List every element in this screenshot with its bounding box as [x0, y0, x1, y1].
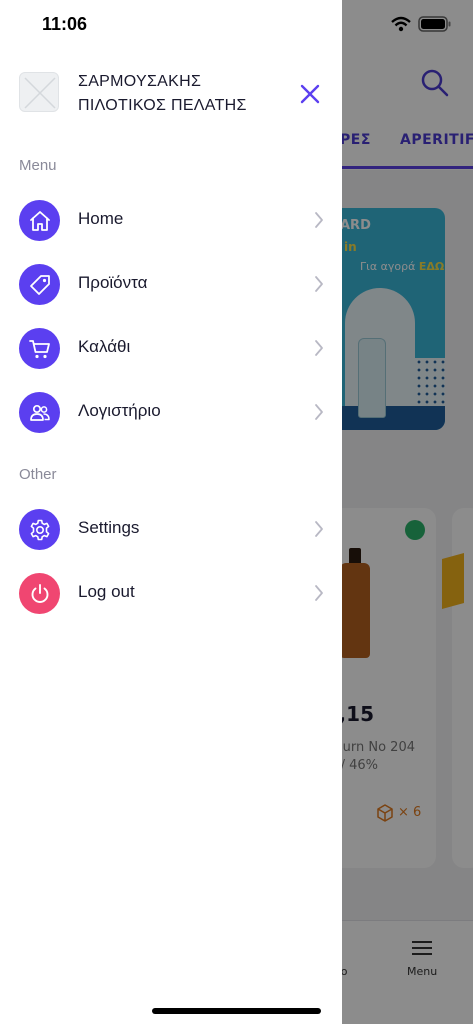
- menu-item-label: Προϊόντα: [78, 273, 148, 292]
- menu-item-icon-circle: [19, 200, 60, 241]
- tag-icon: [29, 274, 50, 295]
- chevron-right-icon: [315, 340, 323, 356]
- menu-item-logout[interactable]: Log out: [0, 565, 342, 621]
- status-time: 11:06: [42, 14, 88, 34]
- menu-item-label: Λογιστήριο: [78, 401, 161, 420]
- chevron-right-icon: [315, 276, 323, 292]
- chevron-right-icon: [315, 404, 323, 420]
- chevron-right-icon: [315, 585, 323, 601]
- menu-item-accounting[interactable]: Λογιστήριο: [0, 384, 342, 440]
- profile-name: ΣΑΡΜΟΥΣΑΚΗΣ ΠΙΛΟΤΙΚΟΣ ΠΕΛΑΤΗΣ: [78, 73, 247, 114]
- close-icon: [300, 84, 320, 104]
- avatar: [19, 72, 59, 112]
- home-indicator[interactable]: [152, 1008, 321, 1014]
- menu-item-icon-circle: [19, 264, 60, 305]
- avatar-placeholder-icon: [24, 77, 56, 109]
- users-icon: [29, 404, 50, 421]
- side-drawer: 11:06 ΣΑΡΜΟΥΣΑΚΗΣ ΠΙΛΟΤΙΚΟΣ ΠΕΛΑΤΗΣ Menu…: [0, 0, 342, 1024]
- menu-item-icon-circle: [19, 392, 60, 433]
- chevron-right-icon: [315, 212, 323, 228]
- menu-item-label: Καλάθι: [78, 337, 131, 356]
- close-button[interactable]: [296, 80, 324, 108]
- menu-item-label: Settings: [78, 518, 140, 537]
- section-label-other: Other: [19, 466, 57, 483]
- chevron-right-icon: [315, 521, 323, 537]
- menu-item-icon-circle: [19, 328, 60, 369]
- cart-icon: [28, 339, 50, 358]
- gear-icon: [30, 519, 49, 540]
- menu-item-label: Home: [78, 209, 124, 228]
- menu-item-label: Log out: [78, 582, 135, 601]
- menu-item-products[interactable]: Προϊόντα: [0, 256, 342, 312]
- home-icon: [29, 210, 50, 231]
- power-icon: [31, 583, 48, 603]
- menu-item-home[interactable]: Home: [0, 192, 342, 248]
- section-label-menu: Menu: [19, 157, 57, 174]
- menu-item-icon-circle: [19, 509, 60, 550]
- menu-item-settings[interactable]: Settings: [0, 501, 342, 557]
- menu-item-icon-circle: [19, 573, 60, 614]
- menu-item-cart[interactable]: Καλάθι: [0, 320, 342, 376]
- status-icons: [390, 14, 460, 40]
- wifi-battery-icon: [391, 16, 451, 32]
